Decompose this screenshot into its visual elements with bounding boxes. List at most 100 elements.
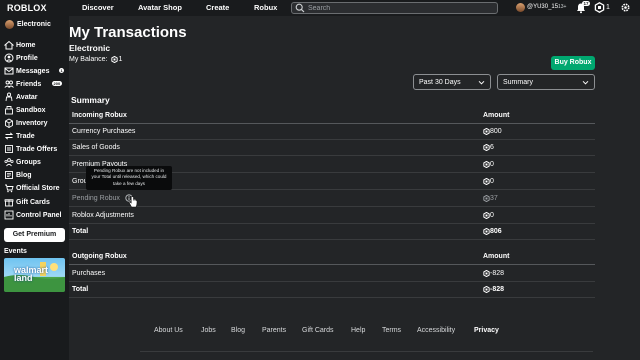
sidebar-item-label: Blog — [16, 171, 32, 179]
sidebar-item-label: Profile — [16, 54, 38, 62]
page-title: My Transactions — [69, 24, 187, 41]
nav-discover[interactable]: Discover — [82, 3, 114, 12]
messages-icon — [4, 67, 14, 75]
sidebar-item-label: Trade Offers — [16, 145, 58, 153]
row-amount: 800 — [483, 128, 502, 135]
nav-avatar-shop[interactable]: Avatar Shop — [138, 3, 182, 12]
age-label: 13+ — [558, 4, 567, 10]
table-row: Sales of Goods 6 — [69, 140, 595, 156]
robux-icon[interactable] — [594, 2, 605, 13]
footer-link-accessibility[interactable]: Accessibility — [417, 327, 455, 334]
balance-value: 1 — [118, 56, 123, 63]
robux-icon — [483, 178, 490, 185]
table-row: Currency Purchases 800 — [69, 124, 595, 140]
profile-icon — [4, 53, 14, 63]
settings-gear-icon[interactable] — [620, 2, 631, 13]
footer-link-about-us[interactable]: About Us — [154, 327, 183, 334]
notification-count-badge: 17 — [582, 1, 591, 6]
outgoing-header-label: Outgoing Robux — [72, 253, 127, 260]
trade-offers-icon — [5, 145, 13, 153]
total-label: Total — [72, 228, 89, 235]
sidebar-item-label: Inventory — [16, 119, 48, 127]
sidebar-item-messages[interactable]: Messages — [4, 65, 66, 77]
event-banner-title: walmart land — [14, 265, 49, 283]
sidebar-item-control-panel[interactable]: Control Panel — [4, 209, 66, 221]
friends-icon — [4, 80, 14, 88]
footer-link-parents[interactable]: Parents — [262, 327, 286, 334]
row-label: Pending Robux — [72, 195, 120, 202]
robux-icon — [483, 270, 490, 277]
row-amount: 0 — [483, 212, 494, 219]
my-balance: My Balance: 1 — [69, 56, 122, 63]
table-total-row: Total 806 — [69, 224, 595, 240]
sidebar-item-trade[interactable]: Trade — [4, 130, 66, 142]
incoming-header-row: Incoming Robux Amount — [69, 108, 595, 124]
sidebar-item-groups[interactable]: Groups — [4, 156, 66, 168]
footer-link-help[interactable]: Help — [351, 327, 365, 334]
incoming-header-label: Incoming Robux — [72, 112, 127, 119]
row-amount-value: -828 — [490, 270, 505, 277]
sidebar-item-label: Control Panel — [16, 211, 62, 219]
home-icon — [4, 40, 14, 50]
blog-icon — [5, 171, 13, 179]
robux-icon — [483, 195, 490, 202]
table-row: Purchases -828 — [69, 266, 595, 282]
friends-badge: 200 — [52, 81, 62, 86]
chevron-down-icon — [582, 80, 589, 85]
search-input[interactable] — [308, 4, 488, 12]
avatar-icon — [5, 92, 13, 102]
footer-link-gift-cards[interactable]: Gift Cards — [302, 327, 334, 334]
top-navigation-bar: ROBLOX Discover Avatar Shop Create Robux… — [0, 0, 640, 16]
robux-icon — [483, 144, 490, 151]
outgoing-header-row: Outgoing Robux Amount — [69, 249, 595, 265]
sidebar-item-blog[interactable]: Blog — [4, 169, 66, 181]
total-amount: 806 — [483, 228, 502, 235]
sidebar-item-profile[interactable]: Profile — [4, 52, 66, 64]
transaction-type-dropdown[interactable]: Summary — [497, 74, 595, 90]
search-icon — [295, 3, 305, 13]
events-heading: Events — [4, 248, 27, 255]
nav-create[interactable]: Create — [206, 3, 229, 12]
total-label: Total — [72, 286, 89, 293]
sidebar-username: Electronic — [17, 21, 51, 28]
row-amount-value: 6 — [490, 144, 494, 151]
row-amount: 0 — [483, 161, 494, 168]
robux-icon — [483, 128, 490, 135]
event-banner[interactable]: walmart land — [4, 258, 65, 292]
time-period-dropdown[interactable]: Past 30 Days — [413, 74, 491, 90]
sidebar-item-inventory[interactable]: Inventory — [4, 117, 66, 129]
username[interactable]: @YU30_15 — [527, 4, 558, 10]
sidebar-item-official-store[interactable]: Official Store — [4, 182, 66, 194]
sidebar-item-sandbox[interactable]: Sandbox — [4, 104, 66, 116]
avatar[interactable] — [516, 3, 525, 12]
buy-robux-button[interactable]: Buy Robux — [551, 56, 595, 70]
sidebar-item-home[interactable]: Home — [4, 39, 66, 51]
search-box[interactable] — [291, 2, 498, 14]
left-sidebar: Electronic Home Profile Messages 1 Frien… — [0, 16, 69, 360]
footer-link-jobs[interactable]: Jobs — [201, 327, 216, 334]
footer-link-privacy[interactable]: Privacy — [474, 327, 499, 334]
footer-link-terms[interactable]: Terms — [382, 327, 401, 334]
sidebar-user[interactable]: Electronic — [5, 20, 51, 29]
sidebar-item-label: Sandbox — [16, 106, 46, 114]
row-amount-value: 0 — [490, 161, 494, 168]
robux-balance[interactable]: 1 — [606, 4, 610, 11]
total-amount-value: 806 — [490, 228, 502, 235]
roblox-logo[interactable]: ROBLOX — [7, 3, 47, 13]
footer-link-blog[interactable]: Blog — [231, 327, 245, 334]
sidebar-item-gift-cards[interactable]: Gift Cards — [4, 196, 66, 208]
transaction-type-value: Summary — [503, 78, 533, 86]
total-amount: -828 — [483, 286, 504, 293]
row-amount: 37 — [483, 195, 498, 202]
sidebar-item-avatar[interactable]: Avatar — [4, 91, 66, 103]
gift-card-icon — [4, 199, 14, 207]
amount-header: Amount — [483, 253, 510, 260]
sidebar-item-label: Avatar — [16, 93, 38, 101]
row-label: Roblox Adjustments — [72, 212, 134, 219]
nav-robux[interactable]: Robux — [254, 3, 277, 12]
robux-icon — [483, 228, 490, 235]
sidebar-item-label: Messages — [16, 67, 50, 75]
sidebar-item-trade-offers[interactable]: Trade Offers — [4, 143, 66, 155]
get-premium-button[interactable]: Get Premium — [4, 228, 65, 242]
footer-divider — [140, 351, 593, 352]
